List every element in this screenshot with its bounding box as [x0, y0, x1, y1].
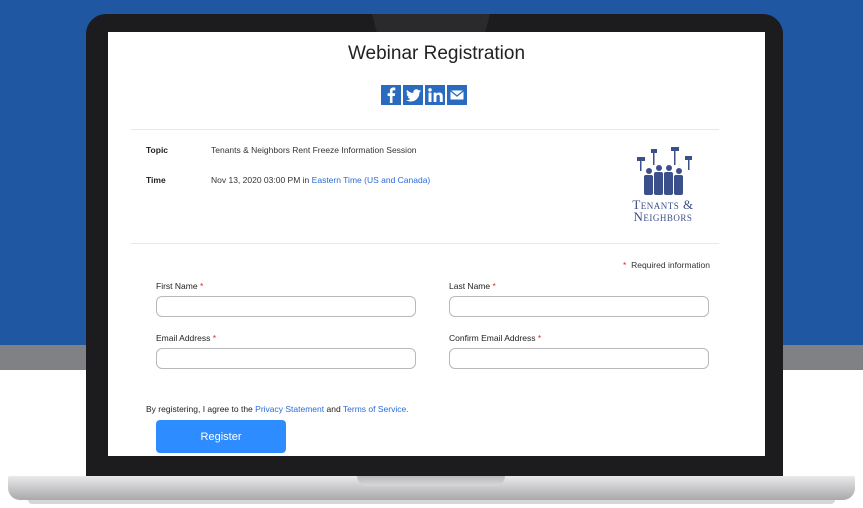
laptop-screen: Webinar Registration Topic Tenants & Nei… [108, 32, 765, 456]
email-icon[interactable] [447, 85, 467, 105]
time-text: Nov 13, 2020 03:00 PM in [211, 175, 310, 185]
time-value: Nov 13, 2020 03:00 PM in Eastern Time (U… [211, 175, 430, 185]
agreement-text: By registering, I agree to the Privacy S… [146, 404, 409, 414]
required-star: * [537, 333, 542, 343]
required-info-text: Required information [631, 260, 710, 270]
email-input[interactable] [156, 348, 416, 369]
first-name-label: First Name * [156, 281, 203, 291]
confirm-email-label: Confirm Email Address * [449, 333, 541, 343]
email-label: Email Address * [156, 333, 216, 343]
section-divider [131, 129, 719, 130]
linkedin-icon[interactable] [425, 85, 445, 105]
laptop-camera-notch [372, 14, 490, 32]
required-star: * [199, 281, 204, 291]
agreement-prefix: By registering, I agree to the [146, 404, 253, 414]
logo-text: Tenants & Neighbors [613, 198, 713, 224]
confirm-email-label-text: Confirm Email Address [449, 333, 536, 343]
section-divider [131, 243, 719, 244]
timezone-link[interactable]: Eastern Time (US and Canada) [312, 175, 431, 185]
last-name-label-text: Last Name [449, 281, 491, 291]
first-name-input[interactable] [156, 296, 416, 317]
twitter-icon[interactable] [403, 85, 423, 105]
topic-label: Topic [146, 145, 169, 155]
time-label: Time [146, 175, 166, 185]
email-label-text: Email Address [156, 333, 211, 343]
page-title: Webinar Registration [347, 43, 526, 64]
organization-logo: Tenants & Neighbors [613, 147, 713, 229]
last-name-input[interactable] [449, 296, 709, 317]
required-star: * [623, 260, 627, 270]
logo-line-2: Neighbors [633, 209, 693, 224]
first-name-label-text: First Name [156, 281, 198, 291]
laptop-base-groove [357, 476, 505, 486]
agreement-and: and [326, 404, 341, 414]
required-info-note: * Required information [623, 260, 710, 270]
logo-figures-icon [637, 147, 692, 195]
required-star: * [212, 333, 217, 343]
privacy-statement-link[interactable]: Privacy Statement [255, 404, 324, 414]
confirm-email-input[interactable] [449, 348, 709, 369]
facebook-icon[interactable] [381, 85, 401, 105]
register-button[interactable]: Register [156, 420, 286, 453]
share-buttons [381, 85, 467, 105]
required-star: * [492, 281, 496, 291]
last-name-label: Last Name * [449, 281, 496, 291]
topic-value: Tenants & Neighbors Rent Freeze Informat… [211, 145, 417, 155]
laptop-base-shadow [28, 500, 835, 504]
terms-of-service-link[interactable]: Terms of Service. [343, 404, 409, 414]
